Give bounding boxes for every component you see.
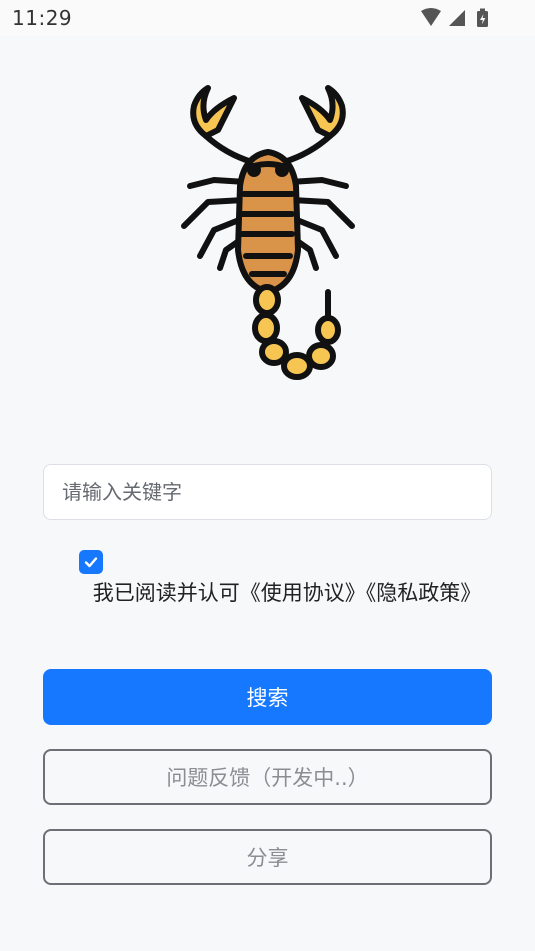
agreement-text[interactable]: 我已阅读并认可《使用协议》《隐私政策》 — [79, 576, 495, 610]
agreement-checkbox[interactable] — [79, 550, 103, 574]
scorpion-logo — [175, 80, 361, 385]
wifi-icon — [421, 8, 441, 26]
battery-charging-icon — [477, 8, 488, 27]
share-button[interactable]: 分享 — [43, 829, 492, 885]
checkmark-icon — [84, 557, 98, 568]
status-icons — [415, 8, 495, 28]
search-button[interactable]: 搜索 — [43, 669, 492, 725]
cell-signal-icon — [449, 10, 465, 26]
scorpion-icon — [181, 85, 355, 380]
status-time: 11:29 — [12, 6, 73, 30]
feedback-button[interactable]: 问题反馈（开发中..） — [43, 749, 492, 805]
search-input[interactable] — [43, 464, 492, 520]
status-bar: 11:29 — [0, 0, 535, 36]
